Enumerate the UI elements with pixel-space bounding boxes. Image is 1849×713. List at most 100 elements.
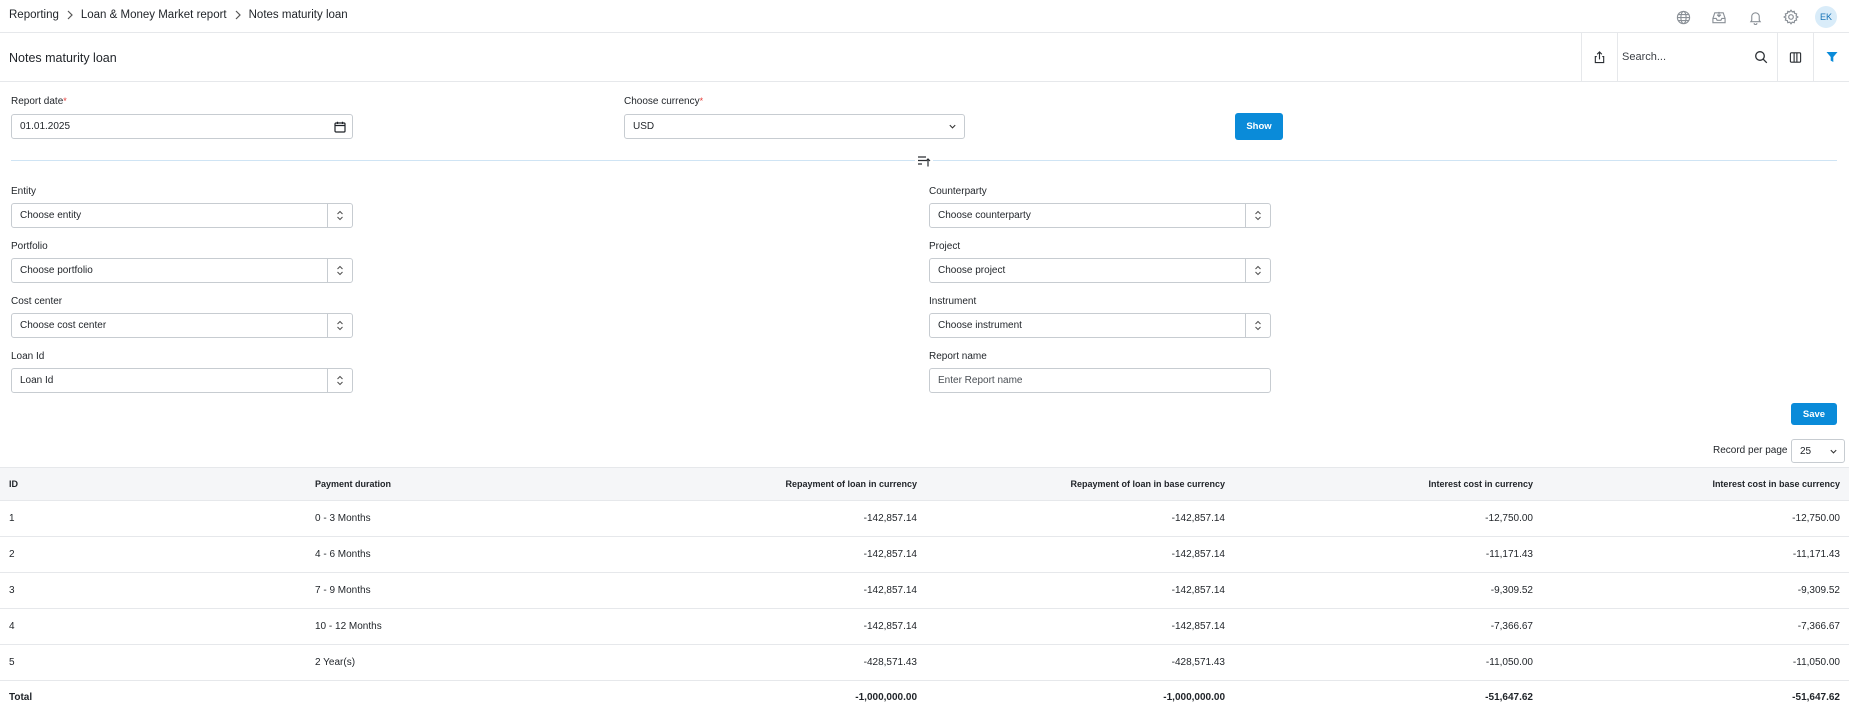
table-row[interactable]: 5 2 Year(s) -428,571.43 -428,571.43 -11,… — [0, 645, 1849, 681]
counterparty-select[interactable]: Choose counterparty — [929, 203, 1271, 228]
currency-value: USD — [633, 121, 655, 132]
total-interest-base-currency: -51,647.62 — [1792, 692, 1840, 704]
breadcrumb-current: Notes maturity loan — [248, 9, 348, 21]
columns-icon — [1789, 51, 1802, 63]
stepper-icon — [327, 369, 352, 392]
export-icon — [1594, 50, 1605, 63]
bell-icon[interactable] — [1745, 7, 1765, 27]
column-header-interest-currency[interactable]: Interest cost in currency — [1234, 468, 1542, 501]
stepper-icon — [1245, 259, 1270, 282]
cell-repayment-base-currency: -428,571.43 — [1171, 657, 1225, 668]
cell-repayment-base-currency: -142,857.14 — [1171, 513, 1225, 524]
header-search — [1617, 33, 1777, 81]
currency-select[interactable]: USD — [624, 114, 965, 139]
column-header-repayment-currency[interactable]: Repayment of loan in currency — [620, 468, 926, 501]
filter-button[interactable] — [1813, 33, 1849, 81]
chevron-right-icon — [65, 10, 75, 20]
cell-id: 1 — [9, 513, 15, 524]
cell-repayment-base-currency: -142,857.14 — [1171, 621, 1225, 632]
cell-id: 3 — [9, 585, 15, 596]
cell-interest-currency: -11,171.43 — [1485, 549, 1533, 560]
top-icons: EK — [1657, 6, 1837, 28]
export-button[interactable] — [1581, 33, 1617, 81]
cost-center-placeholder: Choose cost center — [20, 320, 107, 331]
table-row[interactable]: 2 4 - 6 Months -142,857.14 -142,857.14 -… — [0, 537, 1849, 573]
cell-interest-base-currency: -9,309.52 — [1797, 585, 1840, 596]
project-select[interactable]: Choose project — [929, 258, 1271, 283]
stepper-icon — [327, 259, 352, 282]
collapse-filters-icon[interactable] — [915, 152, 933, 170]
gear-icon[interactable] — [1781, 7, 1801, 27]
report-name-input[interactable] — [938, 375, 1270, 386]
total-interest-currency: -51,647.62 — [1485, 692, 1533, 704]
page-title: Notes maturity loan — [9, 51, 117, 65]
project-label: Project — [929, 241, 961, 252]
loan-id-select[interactable]: Loan Id — [11, 368, 353, 393]
entity-placeholder: Choose entity — [20, 210, 82, 221]
cell-payment-duration: 4 - 6 Months — [315, 549, 371, 560]
report-date-value: 01.01.2025 — [20, 121, 71, 132]
calendar-icon[interactable] — [328, 115, 352, 138]
cell-interest-currency: -7,366.67 — [1490, 621, 1533, 632]
counterparty-label: Counterparty — [929, 186, 987, 197]
cell-interest-base-currency: -11,171.43 — [1792, 549, 1840, 560]
instrument-select[interactable]: Choose instrument — [929, 313, 1271, 338]
table-row[interactable]: 4 10 - 12 Months -142,857.14 -142,857.14… — [0, 609, 1849, 645]
cell-interest-base-currency: -12,750.00 — [1792, 513, 1840, 524]
cell-payment-duration: 10 - 12 Months — [315, 621, 382, 632]
cell-repayment-currency: -142,857.14 — [863, 513, 917, 524]
record-per-page-select[interactable]: 25 — [1791, 439, 1845, 463]
report-date-field[interactable]: 01.01.2025 — [11, 114, 353, 139]
inbox-icon[interactable] — [1709, 7, 1729, 27]
search-input[interactable] — [1622, 51, 1754, 63]
top-bar: Reporting Loan & Money Market report Not… — [0, 0, 1849, 33]
cell-repayment-currency: -142,857.14 — [863, 621, 917, 632]
cell-payment-duration: 2 Year(s) — [315, 657, 356, 668]
globe-icon[interactable] — [1673, 7, 1693, 27]
column-header-payment-duration[interactable]: Payment duration — [306, 468, 620, 501]
cell-repayment-base-currency: -142,857.14 — [1171, 549, 1225, 560]
table-row[interactable]: 1 0 - 3 Months -142,857.14 -142,857.14 -… — [0, 501, 1849, 537]
portfolio-placeholder: Choose portfolio — [20, 265, 93, 276]
table-row[interactable]: 3 7 - 9 Months -142,857.14 -142,857.14 -… — [0, 573, 1849, 609]
stepper-icon — [327, 314, 352, 337]
report-name-label: Report name — [929, 351, 987, 362]
cell-interest-currency: -12,750.00 — [1485, 513, 1533, 524]
cost-center-select[interactable]: Choose cost center — [11, 313, 353, 338]
breadcrumb-reporting[interactable]: Reporting — [9, 9, 59, 21]
total-repayment-currency: -1,000,000.00 — [855, 692, 917, 704]
stepper-icon — [1245, 204, 1270, 227]
breadcrumb-loan-money-market[interactable]: Loan & Money Market report — [81, 9, 227, 21]
columns-button[interactable] — [1777, 33, 1813, 81]
cell-id: 4 — [9, 621, 15, 632]
portfolio-label: Portfolio — [11, 241, 48, 252]
cell-repayment-currency: -142,857.14 — [863, 549, 917, 560]
column-header-repayment-base-currency[interactable]: Repayment of loan in base currency — [926, 468, 1234, 501]
breadcrumb: Reporting Loan & Money Market report Not… — [9, 9, 348, 21]
instrument-label: Instrument — [929, 296, 977, 307]
cell-repayment-currency: -142,857.14 — [863, 585, 917, 596]
loan-id-label: Loan Id — [11, 351, 45, 362]
avatar[interactable]: EK — [1815, 6, 1837, 28]
column-header-interest-base-currency[interactable]: Interest cost in base currency — [1542, 468, 1849, 501]
chevron-down-icon — [1829, 447, 1838, 456]
show-button[interactable]: Show — [1235, 113, 1283, 140]
cell-payment-duration: 0 - 3 Months — [315, 513, 371, 524]
entity-select[interactable]: Choose entity — [11, 203, 353, 228]
portfolio-select[interactable]: Choose portfolio — [11, 258, 353, 283]
currency-label: Choose currency* — [624, 96, 704, 107]
cell-id: 5 — [9, 657, 15, 668]
cell-interest-currency: -11,050.00 — [1485, 657, 1533, 668]
table-header-row: ID Payment duration Repayment of loan in… — [0, 467, 1849, 501]
stepper-icon — [327, 204, 352, 227]
table-total-row: Total -1,000,000.00 -1,000,000.00 -51,64… — [0, 681, 1849, 713]
report-name-field — [929, 368, 1271, 393]
loan-id-placeholder: Loan Id — [20, 375, 54, 386]
report-table: ID Payment duration Repayment of loan in… — [0, 467, 1849, 713]
column-header-id[interactable]: ID — [0, 468, 306, 501]
search-icon[interactable] — [1754, 50, 1768, 64]
project-placeholder: Choose project — [938, 265, 1006, 276]
cell-interest-base-currency: -11,050.00 — [1792, 657, 1840, 668]
counterparty-placeholder: Choose counterparty — [938, 210, 1031, 221]
save-button[interactable]: Save — [1791, 403, 1837, 425]
